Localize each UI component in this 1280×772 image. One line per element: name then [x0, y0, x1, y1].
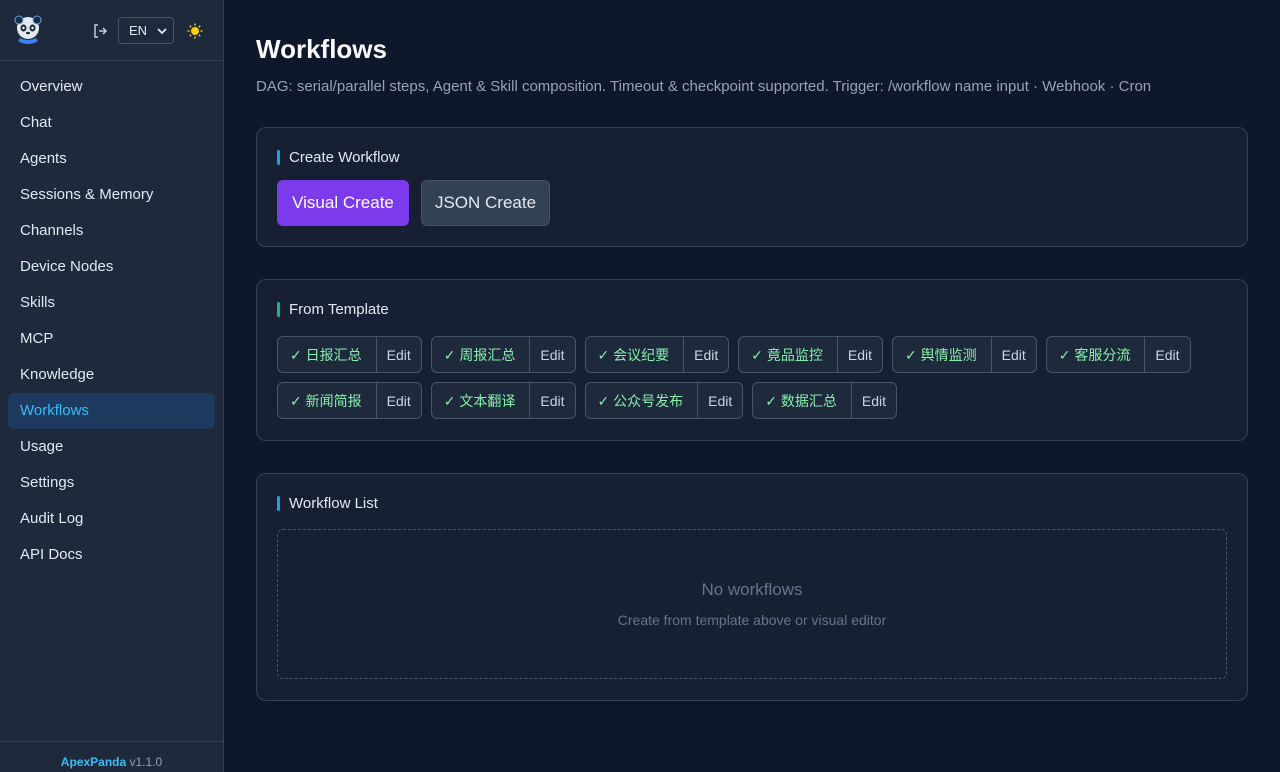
- sidebar-item-channels[interactable]: Channels: [8, 213, 215, 249]
- template-chip: ✓ 舆情监测 Edit: [892, 336, 1037, 373]
- page-title: Workflows: [256, 34, 387, 64]
- template-use-button[interactable]: ✓ 日报汇总: [278, 337, 377, 372]
- chevron-down-icon: [157, 27, 167, 34]
- template-edit-button[interactable]: Edit: [530, 337, 574, 372]
- page-description: DAG: serial/parallel steps, Agent & Skil…: [256, 78, 1152, 95]
- empty-state-title: No workflows: [701, 580, 803, 599]
- workflow-list-card: Workflow List No workflows Create from t…: [256, 473, 1248, 701]
- create-workflow-title: Create Workflow: [289, 149, 400, 166]
- empty-state: No workflows Create from template above …: [277, 529, 1227, 679]
- heading-accent-bar: [277, 150, 280, 165]
- sidebar-header: EN: [0, 0, 223, 61]
- json-create-button[interactable]: JSON Create: [421, 180, 550, 226]
- workflow-list-title: Workflow List: [289, 495, 378, 512]
- template-use-button[interactable]: ✓ 数据汇总: [753, 383, 852, 418]
- template-chip: ✓ 会议纪要 Edit: [584, 336, 730, 373]
- template-chip: ✓ 日报汇总 Edit: [277, 336, 422, 373]
- brand-name: ApexPanda: [60, 755, 127, 769]
- template-edit-button[interactable]: Edit: [838, 337, 882, 372]
- template-use-button[interactable]: ✓ 客服分流: [1047, 337, 1146, 372]
- sidebar-nav: Overview Chat Agents Sessions & Memory C…: [0, 61, 223, 573]
- language-select-value: EN: [129, 23, 148, 38]
- sidebar-item-settings[interactable]: Settings: [8, 465, 215, 501]
- template-list: ✓ 日报汇总 Edit ✓ 周报汇总 Edit ✓ 会议纪要 Edit ✓ 竟品监控 Edit…: [277, 336, 1217, 419]
- from-template-card: From Template ✓ 日报汇总 Edit ✓ 周报汇总 Edit ✓ 会议纪要…: [256, 279, 1248, 441]
- template-chip: ✓ 竟品监控 Edit: [738, 336, 883, 373]
- template-edit-button[interactable]: Edit: [530, 383, 574, 418]
- heading-accent-bar: [277, 302, 280, 317]
- template-edit-button[interactable]: Edit: [992, 337, 1036, 372]
- template-use-button[interactable]: ✓ 竟品监控: [739, 337, 838, 372]
- template-edit-button[interactable]: Edit: [377, 383, 421, 418]
- empty-state-subtitle: Create from template above or visual edi…: [617, 612, 887, 628]
- from-template-title: From Template: [289, 301, 389, 318]
- sidebar-item-skills[interactable]: Skills: [8, 285, 215, 321]
- create-workflow-card: Create Workflow Visual Create JSON Creat…: [256, 127, 1248, 247]
- logout-icon[interactable]: [90, 21, 110, 41]
- panda-logo-icon: [14, 15, 42, 44]
- template-chip: ✓ 公众号发布 Edit: [584, 382, 744, 419]
- sidebar-item-chat[interactable]: Chat: [8, 105, 215, 141]
- template-edit-button[interactable]: Edit: [684, 337, 728, 372]
- template-use-button[interactable]: ✓ 公众号发布: [586, 383, 699, 418]
- sun-icon[interactable]: [184, 20, 206, 42]
- template-chip: ✓ 客服分流 Edit: [1045, 336, 1191, 373]
- template-use-button[interactable]: ✓ 会议纪要: [586, 337, 685, 372]
- sidebar-footer: ApexPanda v1.1.0: [0, 741, 223, 772]
- template-chip: ✓ 数据汇总 Edit: [752, 382, 897, 419]
- template-use-button[interactable]: ✓ 新闻简报: [278, 383, 377, 418]
- create-workflow-heading: Create Workflow: [277, 149, 1227, 166]
- sidebar-item-workflows[interactable]: Workflows: [8, 393, 215, 429]
- sidebar-item-overview[interactable]: Overview: [8, 69, 215, 105]
- template-use-button[interactable]: ✓ 文本翻译: [432, 383, 531, 418]
- template-chip: ✓ 新闻简报 Edit: [277, 382, 422, 419]
- sidebar-item-audit-log[interactable]: Audit Log: [8, 501, 215, 537]
- sidebar-item-knowledge[interactable]: Knowledge: [8, 357, 215, 393]
- template-use-button[interactable]: ✓ 周报汇总: [432, 337, 531, 372]
- heading-accent-bar: [277, 496, 280, 511]
- sidebar-item-usage[interactable]: Usage: [8, 429, 215, 465]
- sidebar-item-mcp[interactable]: MCP: [8, 321, 215, 357]
- sidebar-item-sessions-memory[interactable]: Sessions & Memory: [8, 177, 215, 213]
- template-edit-button[interactable]: Edit: [852, 383, 896, 418]
- version-label: v1.1.0: [129, 755, 163, 769]
- template-chip: ✓ 周报汇总 Edit: [430, 336, 576, 373]
- template-chip: ✓ 文本翻译 Edit: [430, 382, 576, 419]
- sidebar-item-agents[interactable]: Agents: [8, 141, 215, 177]
- language-select[interactable]: EN: [118, 17, 174, 44]
- template-edit-button[interactable]: Edit: [377, 337, 421, 372]
- sidebar: EN Overview Chat Agents Sessions & Memor…: [0, 0, 224, 772]
- template-use-button[interactable]: ✓ 舆情监测: [893, 337, 992, 372]
- from-template-heading: From Template: [277, 301, 1227, 318]
- sidebar-item-device-nodes[interactable]: Device Nodes: [8, 249, 215, 285]
- main-content: Workflows DAG: serial/parallel steps, Ag…: [224, 0, 1280, 772]
- template-edit-button[interactable]: Edit: [698, 383, 742, 418]
- template-edit-button[interactable]: Edit: [1145, 337, 1189, 372]
- visual-create-button[interactable]: Visual Create: [277, 180, 409, 226]
- sidebar-item-api-docs[interactable]: API Docs: [8, 537, 215, 573]
- workflow-list-heading: Workflow List: [277, 495, 1227, 512]
